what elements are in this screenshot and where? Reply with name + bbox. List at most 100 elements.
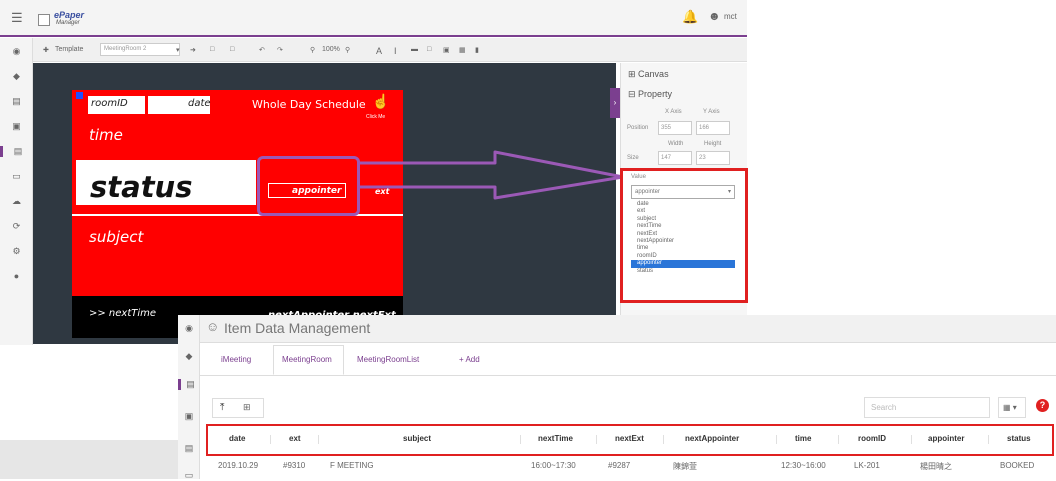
value-option-selected[interactable]: appointer bbox=[631, 260, 735, 268]
property-section[interactable]: ⊟ Property bbox=[628, 89, 672, 100]
search-input[interactable]: Search bbox=[864, 397, 990, 418]
status-field[interactable]: status bbox=[90, 170, 192, 204]
cloud-icon[interactable]: ☁ bbox=[0, 196, 33, 207]
tag-icon[interactable]: ◆ bbox=[0, 71, 33, 82]
tab-meetingroomlist[interactable]: MeetingRoomList bbox=[357, 355, 419, 364]
bell-icon[interactable]: 🔔 bbox=[682, 9, 698, 25]
export-icon[interactable]: ➜ bbox=[190, 46, 196, 54]
tab-add[interactable]: + Add bbox=[459, 355, 480, 364]
size-h-input[interactable]: 23 bbox=[696, 151, 730, 165]
value-option[interactable]: time bbox=[631, 245, 735, 252]
value-option[interactable]: ext bbox=[631, 208, 735, 215]
position-y-input[interactable]: 166 bbox=[696, 121, 730, 135]
column-sep bbox=[318, 435, 319, 444]
table-tool-icon[interactable]: ▦ bbox=[459, 46, 466, 54]
dashboard-icon[interactable]: ◉ bbox=[0, 46, 33, 57]
account-icon[interactable]: ● bbox=[0, 271, 33, 281]
value-option[interactable]: subject bbox=[631, 216, 735, 223]
image-icon[interactable]: ▣ bbox=[0, 121, 33, 132]
position-label: Position bbox=[627, 125, 649, 131]
column-header-time[interactable]: time bbox=[795, 434, 811, 443]
arrow-annotation bbox=[358, 150, 625, 200]
logo-mark bbox=[38, 14, 50, 26]
zoom-out-icon[interactable]: ⚲ bbox=[345, 46, 350, 54]
delete-icon[interactable]: □ bbox=[230, 46, 234, 53]
tab-divider bbox=[200, 375, 1056, 376]
undo-icon[interactable]: ↶ bbox=[259, 46, 265, 54]
dashboard-icon[interactable]: ◉ bbox=[178, 323, 200, 334]
column-sep bbox=[596, 435, 597, 444]
zoom-in-icon[interactable]: ⚲ bbox=[310, 46, 315, 54]
column-header-nextappointer[interactable]: nextAppointer bbox=[685, 434, 739, 443]
tag-icon[interactable]: ◆ bbox=[178, 351, 200, 362]
panel-toggle[interactable]: › bbox=[610, 88, 620, 118]
resize-handle[interactable] bbox=[76, 92, 83, 99]
add-row-icon[interactable]: ⊞ bbox=[243, 402, 251, 413]
user-icon[interactable]: ☻ bbox=[708, 9, 721, 23]
nexttime-field[interactable]: >> nextTime bbox=[89, 308, 156, 319]
rect-tool-icon[interactable]: □ bbox=[427, 46, 431, 53]
action-buttons: ⤒ ⊞ bbox=[212, 398, 264, 418]
list-icon[interactable]: ▤ bbox=[178, 379, 200, 390]
help-icon[interactable]: ? bbox=[1036, 399, 1049, 412]
refresh-icon[interactable]: ⟳ bbox=[0, 221, 33, 232]
canvas-section[interactable]: ⊞ Canvas bbox=[628, 69, 669, 80]
line-tool-icon[interactable]: ▬ bbox=[411, 46, 418, 53]
column-header-status[interactable]: status bbox=[1007, 434, 1031, 443]
layout-icon[interactable]: ▤ bbox=[0, 146, 33, 157]
zoom-level: 100% bbox=[322, 46, 340, 53]
user-name[interactable]: mct bbox=[724, 12, 737, 21]
column-header-nexttime[interactable]: nextTime bbox=[538, 434, 573, 443]
subject-field[interactable]: subject bbox=[89, 228, 143, 246]
columns-button[interactable]: ▦ ▾ bbox=[998, 397, 1026, 418]
monitor-icon[interactable]: ▭ bbox=[178, 470, 200, 481]
hand-pointer-icon[interactable]: ☝ bbox=[372, 93, 389, 110]
value-option[interactable]: nextExt bbox=[631, 231, 735, 238]
value-option[interactable]: status bbox=[631, 268, 735, 275]
schedule-title[interactable]: Whole Day Schedule bbox=[252, 98, 366, 111]
tab-meetingroom[interactable]: MeetingRoom bbox=[282, 355, 332, 364]
chevron-down-icon[interactable]: ▾ bbox=[176, 46, 180, 54]
image-tool-icon[interactable]: ▣ bbox=[443, 46, 450, 54]
settings-icon[interactable]: ⚙ bbox=[0, 246, 33, 257]
tab-imeeting[interactable]: iMeeting bbox=[221, 355, 251, 364]
click-me-label[interactable]: Click Me bbox=[366, 114, 385, 120]
text-tool-icon[interactable]: A bbox=[376, 46, 382, 56]
date-field[interactable]: date bbox=[188, 98, 211, 109]
menu-icon[interactable]: ☰ bbox=[11, 10, 23, 26]
column-header-nextext[interactable]: nextExt bbox=[615, 434, 644, 443]
position-x-input[interactable]: 355 bbox=[658, 121, 692, 135]
value-option[interactable]: roomID bbox=[631, 253, 735, 260]
column-header-ext[interactable]: ext bbox=[289, 434, 301, 443]
size-w-input[interactable]: 147 bbox=[658, 151, 692, 165]
monitor-icon[interactable]: ▭ bbox=[0, 171, 33, 182]
column-header-appointer[interactable]: appointer bbox=[928, 434, 964, 443]
image-icon[interactable]: ▣ bbox=[178, 411, 200, 422]
ibeam-tool-icon[interactable]: I bbox=[394, 46, 397, 56]
logo-text: ePaper bbox=[54, 10, 85, 20]
layout-icon[interactable]: ▤ bbox=[178, 443, 200, 454]
add-icon[interactable]: ✚ bbox=[43, 46, 49, 54]
column-header-roomid[interactable]: roomID bbox=[858, 434, 886, 443]
cell-nextext: #9287 bbox=[608, 461, 631, 470]
cell-nextappointer: 陳錦萱 bbox=[673, 462, 697, 471]
background-area bbox=[0, 440, 178, 479]
x-axis-label: X Axis bbox=[665, 109, 682, 115]
time-field[interactable]: time bbox=[89, 126, 123, 144]
value-panel: Value appointer ▾ date ext subject nextT… bbox=[620, 168, 748, 303]
value-option[interactable]: nextTime bbox=[631, 223, 735, 230]
value-option[interactable]: nextAppointer bbox=[631, 238, 735, 245]
column-header-date[interactable]: date bbox=[229, 434, 245, 443]
value-dropdown-list: date ext subject nextTime nextExt nextAp… bbox=[631, 201, 735, 275]
barcode-tool-icon[interactable]: ▮ bbox=[475, 46, 479, 54]
upload-icon[interactable]: ⤒ bbox=[220, 402, 224, 413]
list-icon[interactable]: ▤ bbox=[0, 96, 33, 107]
roomid-field[interactable]: roomID bbox=[91, 98, 128, 109]
copy-icon[interactable]: □ bbox=[210, 46, 214, 53]
column-header-subject[interactable]: subject bbox=[403, 434, 431, 443]
value-option[interactable]: date bbox=[631, 201, 735, 208]
value-select[interactable]: appointer ▾ bbox=[631, 185, 735, 199]
template-select[interactable]: MeetingRoom 2 bbox=[100, 43, 180, 56]
redo-icon[interactable]: ↷ bbox=[277, 46, 283, 54]
cell-nexttime: 16:00~17:30 bbox=[531, 461, 576, 470]
